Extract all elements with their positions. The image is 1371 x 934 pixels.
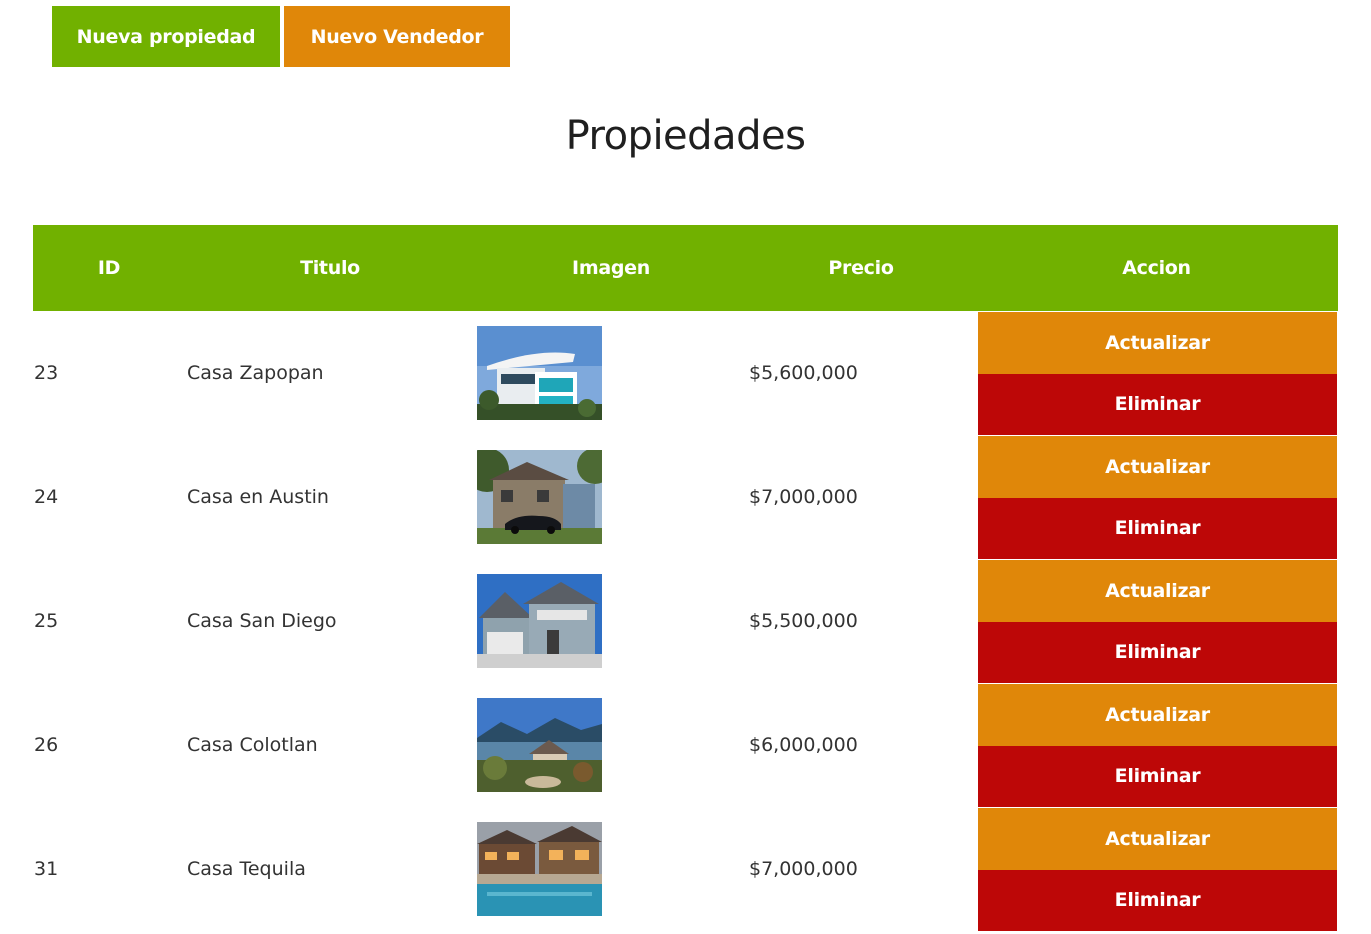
update-button[interactable]: Actualizar <box>978 560 1337 622</box>
column-header-price: Precio <box>828 257 894 279</box>
row-actions: Actualizar Eliminar <box>978 312 1337 435</box>
row-title: Casa San Diego <box>187 610 337 632</box>
table-row: 31 Casa Tequila $7,000,000 Actualizar El… <box>33 807 1338 931</box>
row-id: 25 <box>34 610 59 632</box>
properties-table: ID Titulo Imagen Precio Accion 23 Casa Z… <box>33 225 1338 931</box>
update-button[interactable]: Actualizar <box>978 808 1337 870</box>
row-price: $7,000,000 <box>749 486 858 508</box>
row-image-cell <box>477 326 749 420</box>
row-id: 24 <box>34 486 59 508</box>
row-image-cell <box>477 698 749 792</box>
row-image-cell <box>477 574 749 668</box>
delete-button[interactable]: Eliminar <box>978 869 1337 931</box>
row-actions: Actualizar Eliminar <box>978 684 1337 807</box>
table-row: 26 Casa Colotlan $6,000,000 Actualizar E… <box>33 683 1338 807</box>
row-title: Casa Tequila <box>187 858 306 880</box>
row-title: Casa en Austin <box>187 486 329 508</box>
brick-house-photo <box>477 450 602 544</box>
row-price: $5,500,000 <box>749 610 858 632</box>
row-title: Casa Colotlan <box>187 734 318 756</box>
update-button[interactable]: Actualizar <box>978 436 1337 498</box>
column-header-id: ID <box>97 257 121 279</box>
row-image-cell <box>477 822 749 916</box>
row-price: $6,000,000 <box>749 734 858 756</box>
delete-button[interactable]: Eliminar <box>978 621 1337 683</box>
table-row: 23 Casa Zapopan $5,600,000 Actualizar El… <box>33 311 1338 435</box>
table-row: 24 Casa en Austin $7,000,000 Actualizar … <box>33 435 1338 559</box>
delete-button[interactable]: Eliminar <box>978 745 1337 807</box>
row-price: $7,000,000 <box>749 858 858 880</box>
column-header-title: Titulo <box>300 257 360 279</box>
column-header-action: Accion <box>1122 257 1191 279</box>
new-seller-button[interactable]: Nuevo Vendedor <box>284 6 510 67</box>
lake-house-photo <box>477 698 602 792</box>
row-actions: Actualizar Eliminar <box>978 808 1337 931</box>
update-button[interactable]: Actualizar <box>978 312 1337 374</box>
row-title: Casa Zapopan <box>187 362 324 384</box>
row-id: 26 <box>34 734 59 756</box>
row-id: 23 <box>34 362 59 384</box>
delete-button[interactable]: Eliminar <box>978 373 1337 435</box>
row-actions: Actualizar Eliminar <box>978 436 1337 559</box>
row-image-cell <box>477 450 749 544</box>
row-price: $5,600,000 <box>749 362 858 384</box>
table-header: ID Titulo Imagen Precio Accion <box>33 225 1338 311</box>
row-actions: Actualizar Eliminar <box>978 560 1337 683</box>
modern-house-photo <box>477 326 602 420</box>
table-row: 25 Casa San Diego $5,500,000 Actualizar … <box>33 559 1338 683</box>
update-button[interactable]: Actualizar <box>978 684 1337 746</box>
page-title: Propiedades <box>565 113 806 159</box>
row-id: 31 <box>34 858 59 880</box>
new-property-button[interactable]: Nueva propiedad <box>52 6 280 67</box>
column-header-image: Imagen <box>572 257 650 279</box>
pool-house-photo <box>477 822 602 916</box>
delete-button[interactable]: Eliminar <box>978 497 1337 559</box>
suburban-house-photo <box>477 574 602 668</box>
top-actions: Nueva propiedad Nuevo Vendedor <box>52 6 510 67</box>
